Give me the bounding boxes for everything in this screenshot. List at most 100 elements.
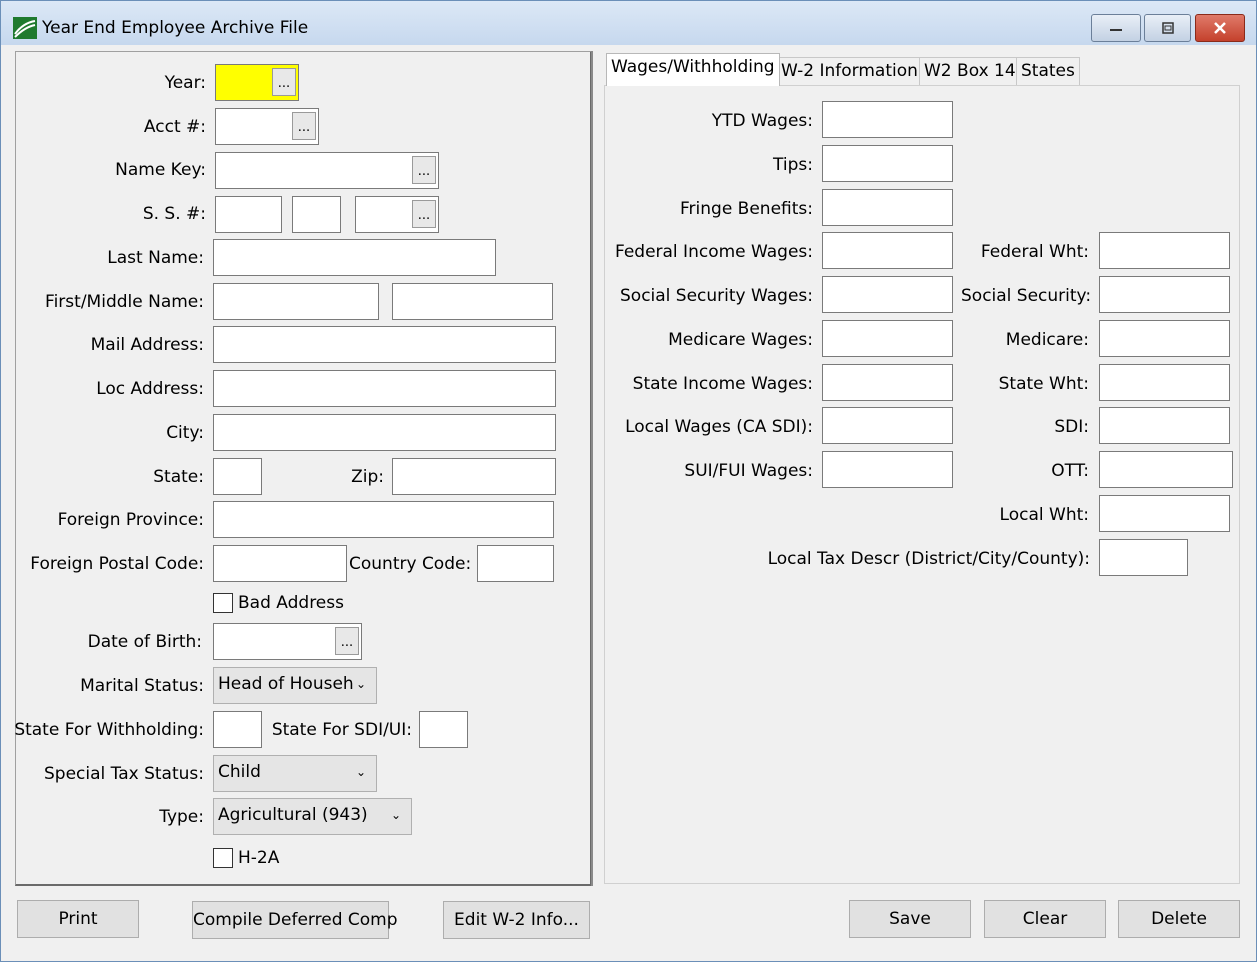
- title-bar: Year End Employee Archive File: [1, 1, 1256, 45]
- sui-fui-wages-input[interactable]: [822, 451, 953, 488]
- minimize-icon: [1110, 29, 1122, 31]
- close-button[interactable]: [1195, 14, 1245, 42]
- marital-status-label: Marital Status:: [80, 676, 204, 696]
- first-name-input[interactable]: [213, 283, 379, 320]
- chevron-down-icon: ⌄: [355, 677, 366, 691]
- local-wht-label: Local Wht:: [999, 505, 1089, 525]
- tab-w2-information[interactable]: W-2 Information: [776, 57, 923, 85]
- ss-wages-input[interactable]: [822, 276, 953, 313]
- tab-states[interactable]: States: [1016, 57, 1080, 85]
- tips-input[interactable]: [822, 145, 953, 182]
- federal-wht-input[interactable]: [1099, 232, 1230, 269]
- type-select[interactable]: Agricultural (943) ⌄: [213, 798, 412, 835]
- restore-icon: [1161, 22, 1174, 34]
- type-label: Type:: [159, 807, 204, 827]
- acct-label: Acct #:: [143, 117, 206, 137]
- fringe-benefits-label: Fringe Benefits:: [680, 199, 813, 219]
- edit-w2-info-button[interactable]: Edit W-2 Info...: [443, 901, 590, 939]
- compile-deferred-comp-button[interactable]: Compile Deferred Comp: [192, 901, 398, 939]
- year-lookup-button[interactable]: ...: [272, 68, 296, 96]
- foreign-postal-label: Foreign Postal Code:: [30, 554, 204, 574]
- delete-button[interactable]: Delete: [1118, 900, 1240, 938]
- zip-label: Zip:: [351, 467, 384, 487]
- save-button[interactable]: Save: [849, 900, 971, 938]
- ssn-lookup-button[interactable]: ...: [412, 200, 436, 228]
- ss-wages-label: Social Security Wages:: [620, 286, 813, 306]
- tab-w2-box-14[interactable]: W2 Box 14: [919, 57, 1021, 85]
- medicare-wages-input[interactable]: [822, 320, 953, 357]
- minimize-button[interactable]: [1091, 14, 1141, 42]
- tips-label: Tips:: [773, 155, 813, 175]
- dob-picker-button[interactable]: ...: [335, 627, 359, 655]
- country-code-input[interactable]: [477, 545, 554, 582]
- zip-input[interactable]: [392, 458, 556, 495]
- state-label: State:: [153, 467, 204, 487]
- fringe-benefits-input[interactable]: [822, 189, 953, 226]
- sui-fui-wages-label: SUI/FUI Wages:: [684, 461, 813, 481]
- chevron-down-icon: ⌄: [355, 765, 366, 779]
- ssn-part1-input[interactable]: [215, 196, 282, 233]
- state-sdi-input[interactable]: [419, 711, 468, 748]
- local-tax-descr-label: Local Tax Descr (District/City/County):: [767, 549, 1090, 569]
- mail-address-input[interactable]: [213, 326, 556, 363]
- special-tax-select[interactable]: Child ⌄: [213, 755, 377, 792]
- mail-address-label: Mail Address:: [90, 335, 204, 355]
- country-code-label: Country Code:: [349, 554, 472, 574]
- close-icon: [1214, 22, 1226, 34]
- ssn-label: S. S. #:: [142, 204, 206, 224]
- city-input[interactable]: [213, 414, 556, 451]
- local-wages-label: Local Wages (CA SDI):: [625, 417, 813, 437]
- loc-address-input[interactable]: [213, 370, 556, 407]
- chevron-down-icon: ⌄: [390, 808, 401, 822]
- federal-income-wages-label: Federal Income Wages:: [614, 242, 813, 262]
- state-income-wages-label: State Income Wages:: [632, 374, 813, 394]
- state-wht-input[interactable]: [1099, 364, 1230, 401]
- restore-button[interactable]: [1144, 14, 1191, 42]
- name-key-input[interactable]: [215, 152, 439, 189]
- marital-status-value: Head of Househ: [218, 674, 354, 694]
- local-wages-input[interactable]: [822, 407, 953, 444]
- last-name-input[interactable]: [213, 239, 496, 276]
- state-income-wages-input[interactable]: [822, 364, 953, 401]
- app-logo-icon: [13, 17, 37, 39]
- acct-lookup-button[interactable]: ...: [292, 112, 316, 140]
- window-title: Year End Employee Archive File: [42, 18, 309, 38]
- h2a-label: H-2A: [238, 848, 280, 868]
- print-button[interactable]: Print: [17, 900, 139, 938]
- ssn-part2-input[interactable]: [292, 196, 341, 233]
- marital-status-select[interactable]: Head of Househ ⌄: [213, 667, 377, 704]
- tab-wages-withholding[interactable]: Wages/Withholding: [606, 53, 780, 86]
- h2a-checkbox[interactable]: [213, 848, 233, 868]
- last-name-label: Last Name:: [107, 248, 204, 268]
- local-tax-descr-input[interactable]: [1099, 539, 1188, 576]
- foreign-province-label: Foreign Province:: [57, 510, 204, 530]
- federal-income-wages-input[interactable]: [822, 232, 953, 269]
- type-value: Agricultural (943): [218, 805, 368, 825]
- bad-address-label: Bad Address: [238, 593, 344, 613]
- name-key-lookup-button[interactable]: ...: [412, 156, 436, 184]
- medicare-wages-label: Medicare Wages:: [668, 330, 813, 350]
- local-wht-input[interactable]: [1099, 495, 1230, 532]
- ytd-wages-input[interactable]: [822, 101, 953, 138]
- federal-wht-label: Federal Wht:: [980, 242, 1089, 262]
- bad-address-checkbox[interactable]: [213, 593, 233, 613]
- state-withholding-label: State For Withholding:: [14, 720, 204, 740]
- special-tax-label: Special Tax Status:: [43, 764, 204, 784]
- social-security-input[interactable]: [1099, 276, 1230, 313]
- special-tax-value: Child: [218, 762, 261, 782]
- name-key-label: Name Key:: [115, 160, 206, 180]
- state-withholding-input[interactable]: [213, 711, 262, 748]
- sdi-input[interactable]: [1099, 407, 1230, 444]
- dob-label: Date of Birth:: [87, 632, 202, 652]
- foreign-province-input[interactable]: [213, 501, 554, 538]
- ytd-wages-label: YTD Wages:: [711, 111, 813, 131]
- medicare-input[interactable]: [1099, 320, 1230, 357]
- city-label: City:: [166, 423, 204, 443]
- first-middle-label: First/Middle Name:: [45, 292, 204, 312]
- state-wht-label: State Wht:: [998, 374, 1089, 394]
- clear-button[interactable]: Clear: [984, 900, 1106, 938]
- foreign-postal-input[interactable]: [213, 545, 347, 582]
- middle-name-input[interactable]: [392, 283, 553, 320]
- ott-input[interactable]: [1099, 451, 1233, 488]
- state-input[interactable]: [213, 458, 262, 495]
